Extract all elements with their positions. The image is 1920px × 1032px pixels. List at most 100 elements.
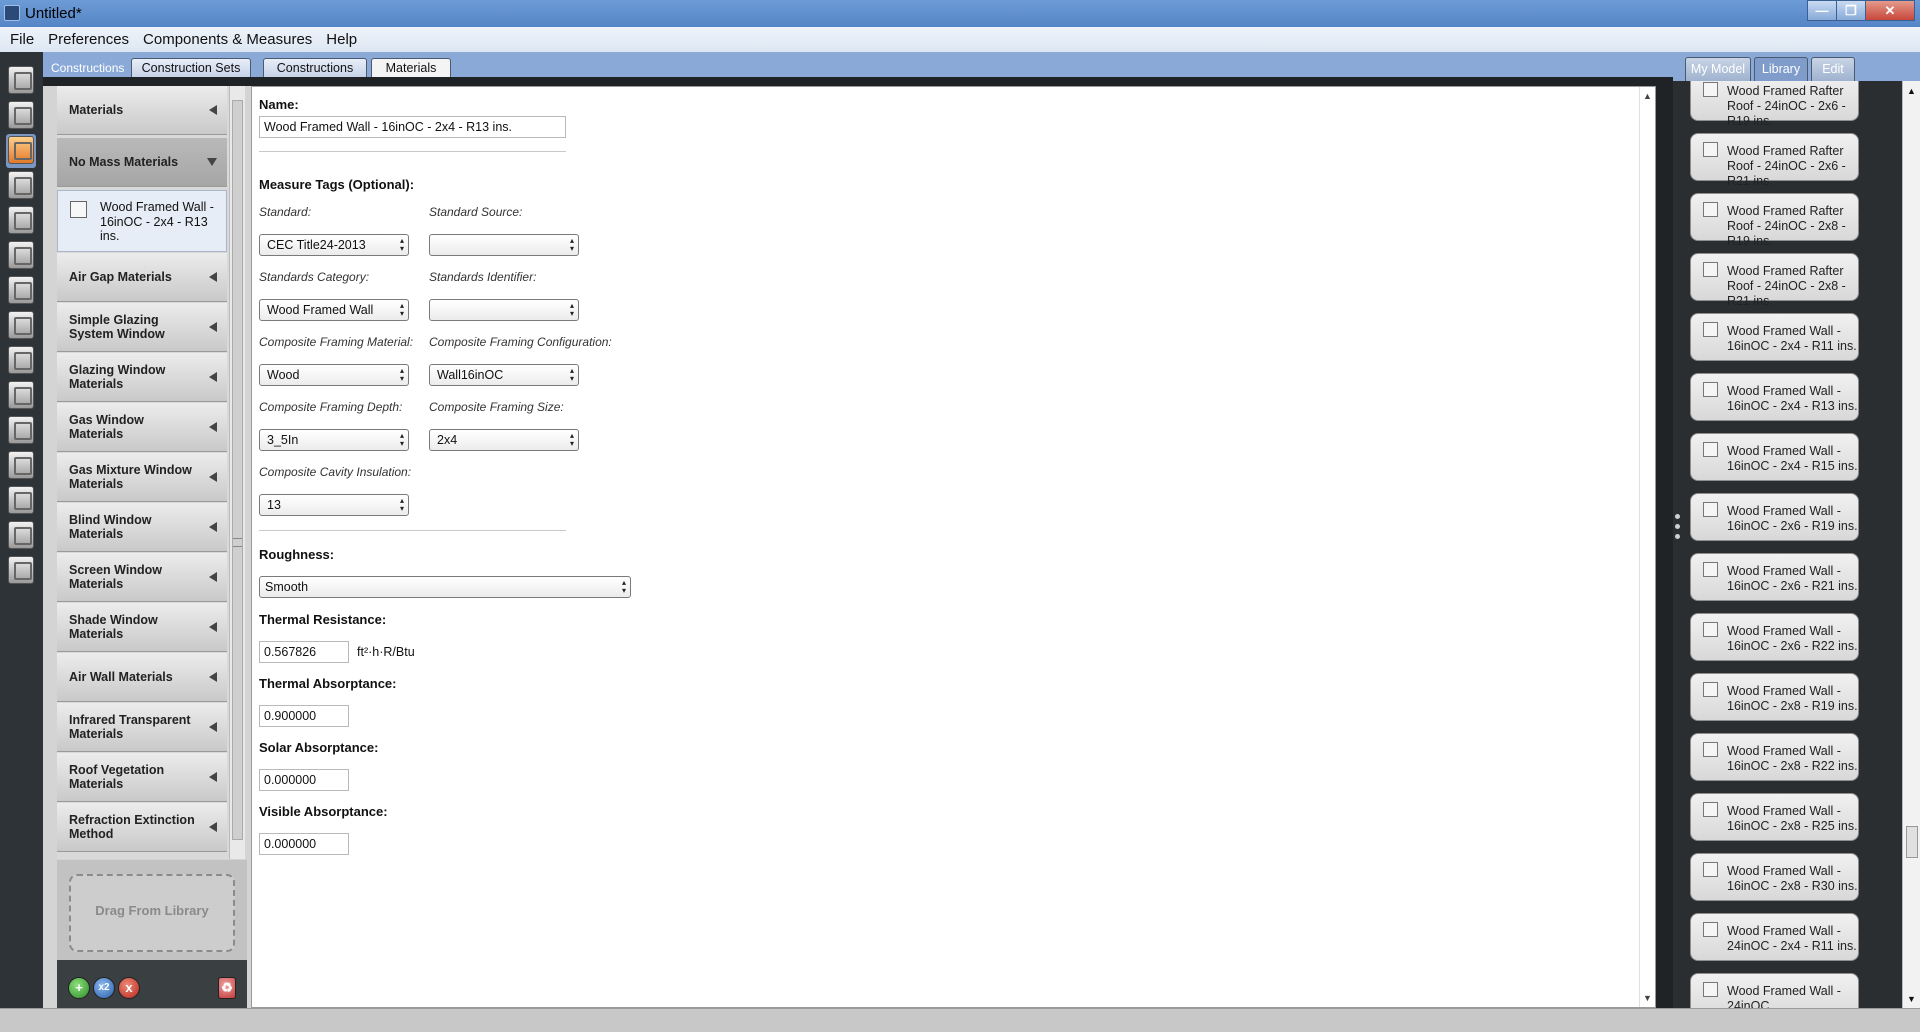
hvac-icon[interactable] (6, 379, 36, 413)
results-icon[interactable] (6, 554, 36, 588)
close-icon[interactable]: ✕ (1865, 0, 1915, 21)
framing-size-select[interactable]: 2x4 (429, 429, 579, 451)
tab-construction-sets[interactable]: Construction Sets (131, 58, 251, 77)
library-item[interactable]: Wood Framed Wall - 24inOC (1690, 973, 1859, 1008)
tab-my-model[interactable]: My Model (1685, 57, 1751, 81)
category-no-mass-materials[interactable]: No Mass Materials (57, 138, 227, 187)
category-infrared-transparent[interactable]: Infrared Transparent Materials (57, 703, 227, 752)
library-item[interactable]: Wood Framed Rafter Roof - 24inOC - 2x6 -… (1690, 81, 1859, 128)
library-item[interactable]: Wood Framed Wall - 16inOC - 2x6 - R22 in… (1690, 613, 1859, 661)
library-item[interactable]: Wood Framed Wall - 24inOC - 2x4 - R11 in… (1690, 913, 1859, 961)
solar-absorptance-field[interactable]: 0.000000 (259, 769, 349, 791)
remove-button[interactable]: x (118, 977, 140, 999)
item-checkbox[interactable] (1703, 382, 1718, 397)
category-refraction-extinction[interactable]: Refraction Extinction Method (57, 803, 227, 852)
geometry-icon[interactable] (6, 239, 36, 273)
menu-help[interactable]: Help (319, 31, 364, 48)
library-item[interactable]: Wood Framed Rafter Roof - 24inOC - 2x8 -… (1690, 193, 1859, 248)
library-item[interactable]: Wood Framed Wall - 16inOC - 2x8 - R22 in… (1690, 733, 1859, 781)
list-item-selected-material[interactable]: Wood Framed Wall - 16inOC - 2x4 - R13 in… (57, 190, 227, 252)
library-item[interactable]: Wood Framed Wall - 16inOC - 2x6 - R19 in… (1690, 493, 1859, 541)
standards-identifier-select[interactable] (429, 299, 579, 321)
menu-file[interactable]: File (3, 31, 41, 48)
tab-edit[interactable]: Edit (1811, 57, 1855, 81)
menu-preferences[interactable]: Preferences (41, 31, 136, 48)
item-checkbox[interactable] (1703, 862, 1718, 877)
standard-source-select[interactable] (429, 234, 579, 256)
scrollbar-thumb[interactable] (1906, 826, 1918, 858)
name-field[interactable]: Wood Framed Wall - 16inOC - 2x4 - R13 in… (259, 116, 566, 138)
item-checkbox[interactable] (1703, 562, 1718, 577)
scroll-up-icon[interactable]: ▲ (1643, 91, 1652, 101)
item-checkbox[interactable] (1703, 982, 1718, 997)
library-item[interactable]: Wood Framed Wall - 16inOC - 2x8 - R25 in… (1690, 793, 1859, 841)
library-item[interactable]: Wood Framed Wall - 16inOC - 2x6 - R21 in… (1690, 553, 1859, 601)
library-item[interactable]: Wood Framed Rafter Roof - 24inOC - 2x8 -… (1690, 253, 1859, 308)
measures-icon[interactable] (6, 484, 36, 518)
framing-depth-select[interactable]: 3_5In (259, 429, 409, 451)
roughness-select[interactable]: Smooth (259, 576, 631, 598)
item-checkbox[interactable] (1703, 142, 1718, 157)
library-item[interactable]: Wood Framed Rafter Roof - 24inOC - 2x6 -… (1690, 133, 1859, 188)
schedules-icon[interactable] (6, 99, 36, 133)
scroll-up-icon[interactable]: ▲ (1907, 86, 1916, 96)
item-checkbox[interactable] (1703, 322, 1718, 337)
category-gas-window[interactable]: Gas Window Materials (57, 403, 227, 452)
category-screen-window[interactable]: Screen Window Materials (57, 553, 227, 602)
library-scrollbar[interactable]: ▲ ▼ (1902, 81, 1920, 1008)
tab-materials[interactable]: Materials (371, 58, 451, 77)
library-item[interactable]: Wood Framed Wall - 16inOC - 2x8 - R30 in… (1690, 853, 1859, 901)
item-checkbox[interactable] (1703, 802, 1718, 817)
tab-constructions[interactable]: Constructions (263, 58, 367, 77)
library-item[interactable]: Wood Framed Wall - 16inOC - 2x4 - R11 in… (1690, 313, 1859, 361)
item-checkbox[interactable] (1703, 82, 1718, 97)
tab-library[interactable]: Library (1754, 57, 1808, 81)
thermal-zones-icon[interactable] (6, 344, 36, 378)
copy-button[interactable]: x2 (93, 977, 115, 999)
inspector-scrollbar[interactable]: ▲ ▼ (1639, 87, 1655, 1007)
framing-material-select[interactable]: Wood (259, 364, 409, 386)
facility-icon[interactable] (6, 274, 36, 308)
scrollbar-thumb[interactable] (232, 100, 243, 840)
category-shade-window[interactable]: Shade Window Materials (57, 603, 227, 652)
category-blind-window[interactable]: Blind Window Materials (57, 503, 227, 552)
item-checkbox[interactable] (1703, 262, 1718, 277)
category-air-gap-materials[interactable]: Air Gap Materials (57, 253, 227, 302)
minimize-icon[interactable]: — (1807, 0, 1837, 21)
thermal-absorptance-field[interactable]: 0.900000 (259, 705, 349, 727)
category-air-wall[interactable]: Air Wall Materials (57, 653, 227, 702)
output-variables-icon[interactable] (6, 414, 36, 448)
site-icon[interactable] (6, 64, 36, 98)
standard-select[interactable]: CEC Title24-2013 (259, 234, 409, 256)
category-glazing-window[interactable]: Glazing Window Materials (57, 353, 227, 402)
spaces-icon[interactable] (6, 309, 36, 343)
item-checkbox[interactable] (1703, 442, 1718, 457)
item-checkbox[interactable] (1703, 742, 1718, 757)
item-checkbox[interactable] (1703, 622, 1718, 637)
framing-configuration-select[interactable]: Wall16inOC (429, 364, 579, 386)
add-button[interactable]: + (68, 977, 90, 999)
library-item[interactable]: Wood Framed Wall - 16inOC - 2x8 - R19 in… (1690, 673, 1859, 721)
category-materials[interactable]: Materials (57, 86, 227, 135)
item-checkbox[interactable] (1703, 502, 1718, 517)
constructions-icon[interactable] (6, 134, 36, 168)
scroll-down-icon[interactable]: ▼ (1643, 993, 1652, 1003)
thermal-resistance-field[interactable]: 0.567826 (259, 641, 349, 663)
run-icon[interactable] (6, 519, 36, 553)
drag-from-library-dropzone[interactable]: Drag From Library (69, 874, 235, 952)
category-scrollbar[interactable] (229, 86, 245, 859)
simulation-settings-icon[interactable] (6, 449, 36, 483)
item-checkbox[interactable] (1703, 202, 1718, 217)
item-checkbox[interactable] (1703, 922, 1718, 937)
library-item[interactable]: Wood Framed Wall - 16inOC - 2x4 - R13 in… (1690, 373, 1859, 421)
space-types-icon[interactable] (6, 204, 36, 238)
scroll-down-icon[interactable]: ▼ (1907, 994, 1916, 1004)
category-roof-vegetation[interactable]: Roof Vegetation Materials (57, 753, 227, 802)
loads-icon[interactable] (6, 169, 36, 203)
panel-splitter[interactable] (1673, 81, 1683, 1008)
maximize-icon[interactable]: ❐ (1836, 0, 1866, 21)
standards-category-select[interactable]: Wood Framed Wall (259, 299, 409, 321)
item-checkbox[interactable] (70, 201, 87, 218)
visible-absorptance-field[interactable]: 0.000000 (259, 833, 349, 855)
purge-icon[interactable]: ♻ (218, 977, 236, 999)
